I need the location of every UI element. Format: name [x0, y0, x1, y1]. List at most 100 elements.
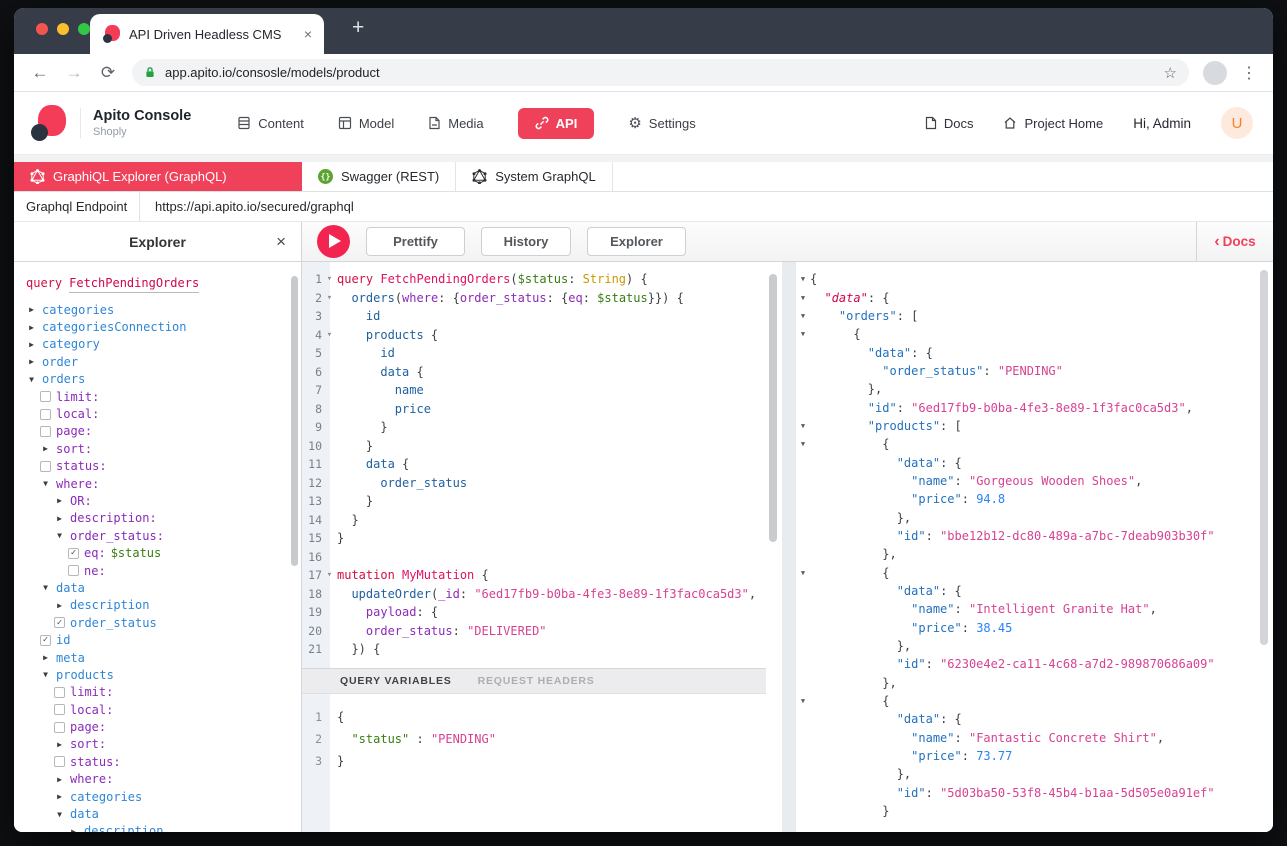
tree-item-where[interactable]: ▶ where: [24, 771, 301, 788]
fold-arrow-icon[interactable]: ▼ [796, 697, 810, 705]
history-button[interactable]: History [481, 227, 571, 256]
expand-arrow-icon[interactable]: ▶ [26, 340, 37, 349]
fold-arrow-icon[interactable]: ▼ [796, 330, 810, 338]
user-avatar[interactable]: U [1221, 107, 1253, 139]
collapse-arrow-icon[interactable]: ▼ [40, 670, 51, 679]
checkbox-unchecked[interactable] [40, 425, 51, 437]
browser-profile-avatar[interactable] [1203, 60, 1227, 85]
window-minimize-button[interactable] [57, 23, 69, 35]
expand-arrow-icon[interactable]: ▶ [68, 827, 79, 832]
tree-item-page[interactable]: page: [24, 718, 301, 735]
explorer-toggle-button[interactable]: Explorer [587, 227, 686, 256]
variables-editor[interactable]: 1{2 "status" : "PENDING" 3} [302, 694, 766, 832]
window-maximize-button[interactable] [78, 23, 90, 35]
tree-item-order_status[interactable]: ▼ order_status: [24, 527, 301, 544]
prettify-button[interactable]: Prettify [366, 227, 465, 256]
fold-caret-icon[interactable]: ▾ [322, 570, 337, 580]
expand-arrow-icon[interactable]: ▶ [40, 653, 51, 662]
nav-item-settings[interactable]: ⚙ Settings [628, 116, 695, 131]
new-tab-button[interactable]: + [352, 16, 364, 40]
tree-item-ne[interactable]: ne: [24, 562, 301, 579]
tree-item-sort[interactable]: ▶ sort: [24, 736, 301, 753]
browser-tab[interactable]: API Driven Headless CMS × [90, 14, 324, 54]
collapse-arrow-icon[interactable]: ▼ [40, 583, 51, 592]
expand-arrow-icon[interactable]: ▶ [54, 740, 65, 749]
fold-arrow-icon[interactable]: ▼ [796, 569, 810, 577]
tree-item-status[interactable]: status: [24, 753, 301, 770]
expand-arrow-icon[interactable]: ▶ [26, 323, 37, 332]
back-icon[interactable]: ← [30, 63, 50, 83]
query-editor[interactable]: 1 ▾ query FetchPendingOrders($status: Stri… [302, 262, 766, 668]
docs-panel-toggle[interactable]: ‹ Docs [1196, 222, 1273, 261]
fold-caret-icon[interactable]: ▾ [322, 330, 337, 340]
tree-item-meta[interactable]: ▶ meta [24, 649, 301, 666]
forward-icon[interactable]: → [64, 63, 84, 83]
tree-item-limit[interactable]: limit: [24, 684, 301, 701]
operation-name-input[interactable]: FetchPendingOrders [69, 276, 200, 293]
checkbox-checked[interactable]: ✓ [68, 547, 79, 559]
tab-request-headers[interactable]: REQUEST HEADERS [478, 675, 595, 687]
window-close-button[interactable] [36, 23, 48, 35]
checkbox-unchecked[interactable] [54, 704, 65, 716]
expand-arrow-icon[interactable]: ▶ [26, 305, 37, 314]
checkbox-unchecked[interactable] [54, 756, 65, 768]
fold-arrow-icon[interactable]: ▼ [796, 422, 810, 430]
nav-item-content[interactable]: Content [237, 116, 304, 131]
checkbox-checked[interactable]: ✓ [54, 617, 65, 629]
fold-caret-icon[interactable]: ▾ [322, 274, 337, 284]
expand-arrow-icon[interactable]: ▶ [54, 496, 65, 505]
collapse-arrow-icon[interactable]: ▼ [54, 531, 65, 540]
tree-item-data[interactable]: ▼ data [24, 579, 301, 596]
response-scrollbar[interactable] [1260, 270, 1268, 645]
tree-item-description[interactable]: ▶ description [24, 597, 301, 614]
tree-item-categoriesConnection[interactable]: ▶ categoriesConnection [24, 318, 301, 335]
checkbox-unchecked[interactable] [40, 391, 51, 403]
expand-arrow-icon[interactable]: ▶ [26, 357, 37, 366]
nav-item-media[interactable]: Media [428, 116, 484, 131]
tree-item-order_status[interactable]: ✓ order_status [24, 614, 301, 631]
tree-item-description[interactable]: ▶ description [24, 823, 301, 832]
expand-arrow-icon[interactable]: ▶ [54, 775, 65, 784]
tree-item-categories[interactable]: ▶ categories [24, 788, 301, 805]
tab-graphiql-explorer[interactable]: GraphiQL Explorer (GraphQL) [14, 162, 302, 191]
checkbox-checked[interactable]: ✓ [40, 634, 51, 646]
tree-item-status[interactable]: status: [24, 458, 301, 475]
nav-item-api[interactable]: API [517, 107, 595, 139]
expand-arrow-icon[interactable]: ▶ [54, 792, 65, 801]
tree-item-category[interactable]: ▶ category [24, 336, 301, 353]
tree-item-page[interactable]: page: [24, 423, 301, 440]
bookmark-star-icon[interactable]: ☆ [1164, 64, 1177, 82]
fold-arrow-icon[interactable]: ▼ [796, 294, 810, 302]
tree-item-categories[interactable]: ▶ categories [24, 301, 301, 318]
tab-close-icon[interactable]: × [304, 26, 312, 42]
checkbox-unchecked[interactable] [54, 721, 65, 733]
expand-arrow-icon[interactable]: ▶ [54, 601, 65, 610]
expand-arrow-icon[interactable]: ▶ [40, 444, 51, 453]
collapse-arrow-icon[interactable]: ▼ [26, 375, 37, 384]
fold-arrow-icon[interactable]: ▼ [796, 440, 810, 448]
tree-item-orders[interactable]: ▼ orders [24, 371, 301, 388]
tree-item-limit[interactable]: limit: [24, 388, 301, 405]
tree-item-id[interactable]: ✓ id [24, 631, 301, 648]
checkbox-unchecked[interactable] [54, 686, 65, 698]
collapse-arrow-icon[interactable]: ▼ [40, 479, 51, 488]
checkbox-unchecked[interactable] [68, 565, 79, 577]
tree-item-sort[interactable]: ▶ sort: [24, 440, 301, 457]
tree-item-where[interactable]: ▼ where: [24, 475, 301, 492]
docs-link[interactable]: Docs [925, 116, 973, 131]
fold-arrow-icon[interactable]: ▼ [796, 275, 810, 283]
tree-item-eq[interactable]: ✓ eq: $status [24, 544, 301, 561]
explorer-scrollbar[interactable] [291, 276, 298, 566]
tab-system-graphql[interactable]: System GraphQL [456, 162, 613, 191]
tree-item-local[interactable]: local: [24, 405, 301, 422]
nav-item-model[interactable]: Model [338, 116, 394, 131]
reload-icon[interactable]: ⟳ [98, 63, 118, 83]
tab-swagger-rest[interactable]: {} Swagger (REST) [302, 162, 457, 191]
browser-menu-icon[interactable]: ⋮ [1241, 63, 1257, 83]
collapse-arrow-icon[interactable]: ▼ [54, 810, 65, 819]
tree-item-products[interactable]: ▼ products [24, 666, 301, 683]
checkbox-unchecked[interactable] [40, 408, 51, 420]
fold-arrow-icon[interactable]: ▼ [796, 312, 810, 320]
editor-scrollbar-thumb[interactable] [769, 274, 777, 542]
project-home-link[interactable]: Project Home [1003, 116, 1103, 131]
